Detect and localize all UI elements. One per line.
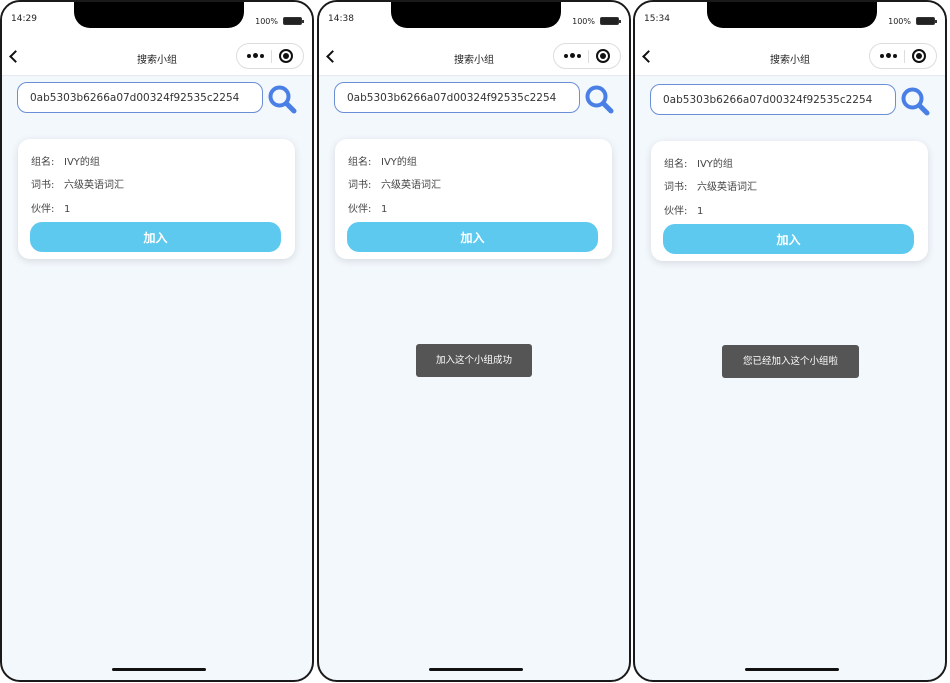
status-time: 14:38 [328,14,354,24]
capsule-divider [588,50,589,63]
search-icon[interactable] [584,84,614,114]
status-bar: 14:29 100% [2,2,312,36]
group-name-row: 组名: IVY的组 [664,155,733,170]
mini-program-capsule [869,43,937,69]
mini-program-capsule [236,43,304,69]
join-button[interactable]: 加入 [663,224,914,254]
target-icon[interactable] [912,49,926,63]
notch [74,2,244,28]
partner-value: 1 [64,204,71,215]
partner-value: 1 [697,206,704,217]
battery-percent: 100% [572,17,595,26]
word-book-label: 词书: [664,182,688,193]
battery-icon [916,17,937,25]
partner-row: 伙伴: 1 [31,200,70,215]
word-book-row: 词书: 六级英语词汇 [664,178,757,193]
search-input[interactable] [17,82,263,113]
search-icon[interactable] [267,84,297,114]
search-icon[interactable] [900,86,930,116]
status-time: 14:29 [11,14,37,24]
phone-screen-2: 14:38 100% 搜索小组 组名: IVY的组 [317,0,631,682]
battery-percent: 100% [888,17,911,26]
partner-row: 伙伴: 1 [348,200,387,215]
battery-icon [283,17,304,25]
nav-bar: 搜索小组 [319,36,629,76]
partner-label: 伙伴: [664,206,688,217]
phone-screen-3: 15:34 100% 搜索小组 组名: IVY的组 [633,0,947,682]
join-button[interactable]: 加入 [347,222,598,252]
notch [707,2,877,28]
partner-label: 伙伴: [348,204,372,215]
status-bar: 15:34 100% [635,2,945,36]
mini-program-capsule [553,43,621,69]
more-icon[interactable] [564,52,582,60]
notch [391,2,561,28]
word-book-row: 词书: 六级英语词汇 [31,176,124,191]
toast-message: 您已经加入这个小组啦 [722,345,859,378]
capsule-divider [271,50,272,63]
word-book-label: 词书: [31,180,55,191]
group-name-label: 组名: [348,157,372,168]
group-name-label: 组名: [664,159,688,170]
word-book-value: 六级英语词汇 [697,182,757,193]
group-name-label: 组名: [31,157,55,168]
phone-screen-1: 14:29 100% 搜索小组 组名: IVY的组 [0,0,314,682]
toast-message: 加入这个小组成功 [416,344,532,377]
home-indicator [745,668,839,671]
more-icon[interactable] [247,52,265,60]
home-indicator [429,668,523,671]
target-icon[interactable] [279,49,293,63]
search-row [334,82,614,116]
group-name-row: 组名: IVY的组 [348,153,417,168]
search-row [650,84,930,118]
partner-label: 伙伴: [31,204,55,215]
battery-icon [600,17,621,25]
group-name-value: IVY的组 [697,159,733,170]
group-card: 组名: IVY的组 词书: 六级英语词汇 伙伴: 1 加入 [18,139,295,259]
word-book-label: 词书: [348,180,372,191]
search-row [17,82,297,116]
group-name-value: IVY的组 [64,157,100,168]
search-input[interactable] [650,84,896,115]
partner-row: 伙伴: 1 [664,202,703,217]
screenshot-stage: 14:29 100% 搜索小组 组名: IVY的组 [0,0,950,683]
more-icon[interactable] [880,52,898,60]
battery-percent: 100% [255,17,278,26]
partner-value: 1 [381,204,388,215]
group-name-row: 组名: IVY的组 [31,153,100,168]
nav-bar: 搜索小组 [2,36,312,76]
status-bar: 14:38 100% [319,2,629,36]
word-book-value: 六级英语词汇 [381,180,441,191]
nav-bar: 搜索小组 [635,36,945,76]
capsule-divider [904,50,905,63]
target-icon[interactable] [596,49,610,63]
group-card: 组名: IVY的组 词书: 六级英语词汇 伙伴: 1 加入 [335,139,612,259]
group-name-value: IVY的组 [381,157,417,168]
join-button[interactable]: 加入 [30,222,281,252]
word-book-value: 六级英语词汇 [64,180,124,191]
status-time: 15:34 [644,14,670,24]
word-book-row: 词书: 六级英语词汇 [348,176,441,191]
search-input[interactable] [334,82,580,113]
group-card: 组名: IVY的组 词书: 六级英语词汇 伙伴: 1 加入 [651,141,928,261]
home-indicator [112,668,206,671]
